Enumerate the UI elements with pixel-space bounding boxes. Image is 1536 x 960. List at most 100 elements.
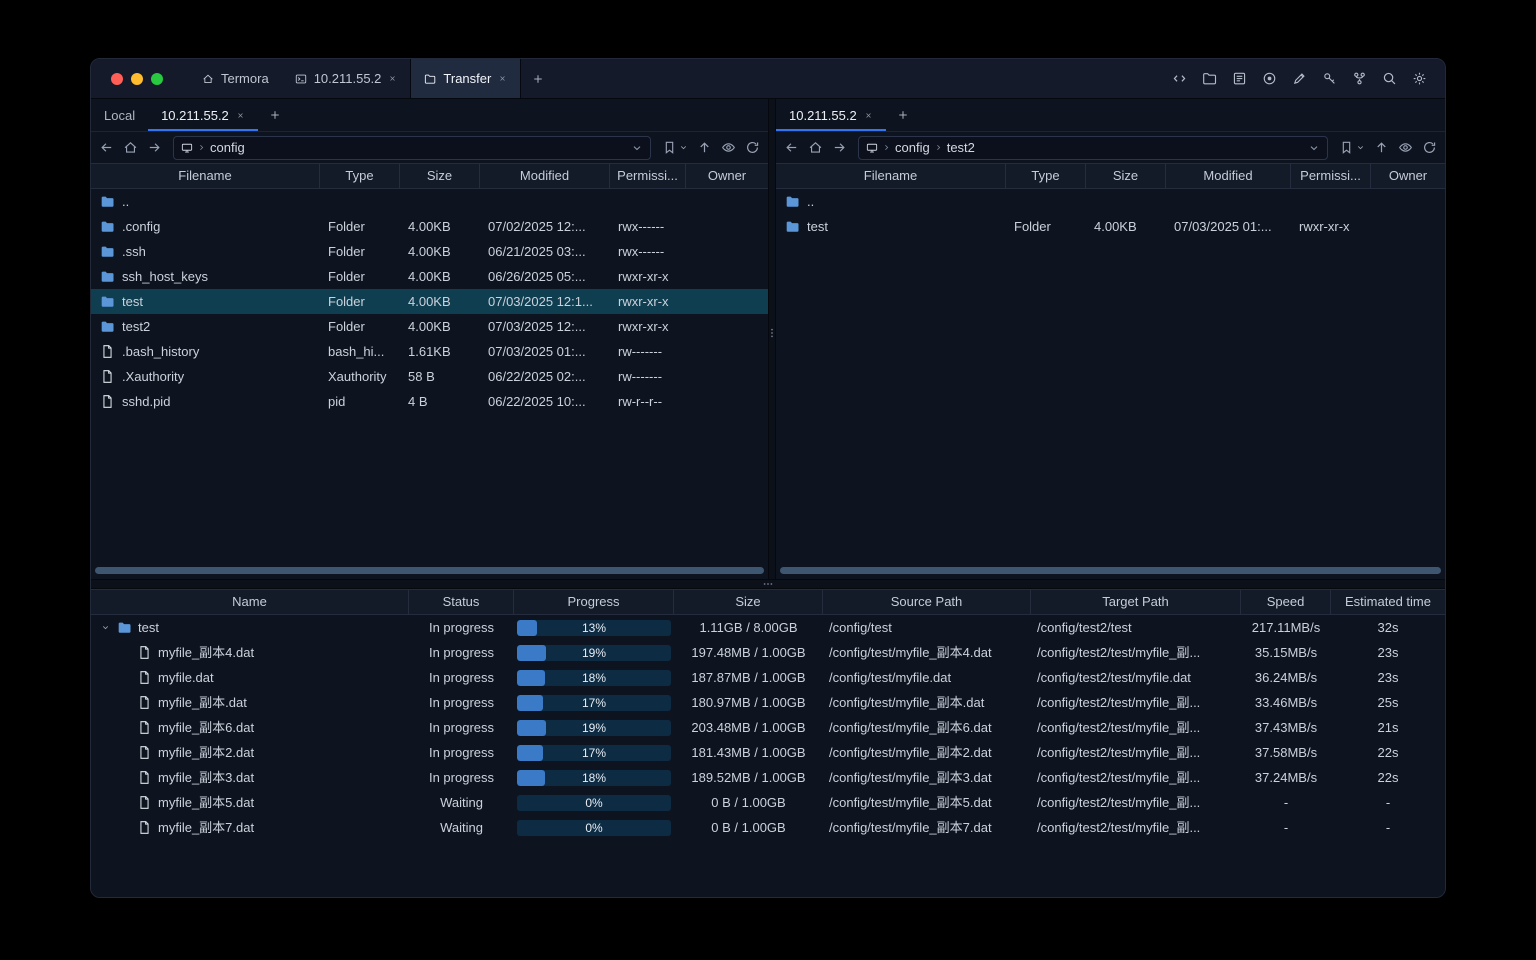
column-header[interactable]: Size xyxy=(1086,164,1166,188)
file-row[interactable]: test Folder 4.00KB 07/03/2025 12:1... rwxr-x… xyxy=(91,289,768,314)
forward-button[interactable] xyxy=(832,140,847,155)
scrollbar-thumb[interactable] xyxy=(780,567,1441,574)
horizontal-scrollbar[interactable] xyxy=(778,567,1443,574)
file-row[interactable]: ssh_host_keys Folder 4.00KB 06/26/2025 05:.… xyxy=(91,264,768,289)
parent-directory-button[interactable] xyxy=(697,140,712,155)
horizontal-scrollbar[interactable] xyxy=(93,567,766,574)
column-header[interactable]: Modified xyxy=(480,164,610,188)
transfer-row[interactable]: myfile_副本7.dat Waiting 0% 0 B / 1.00GB/conf… xyxy=(91,815,1445,840)
window-tab-termora[interactable]: Termora xyxy=(189,59,282,98)
column-header[interactable]: Size xyxy=(674,590,823,614)
chevron-down-icon[interactable] xyxy=(631,142,643,154)
file-row[interactable]: .bash_history bash_hi... 1.61KB 07/03/2025 … xyxy=(91,339,768,364)
pencil-icon[interactable] xyxy=(1292,71,1307,86)
file-name: .. xyxy=(807,194,815,209)
column-header[interactable]: Type xyxy=(1006,164,1086,188)
column-header[interactable]: Filename xyxy=(776,164,1006,188)
column-header[interactable]: Modified xyxy=(1166,164,1291,188)
search-icon[interactable] xyxy=(1382,71,1397,86)
code-icon[interactable] xyxy=(1172,71,1187,86)
folder-fill-icon xyxy=(100,294,115,309)
transfer-size-cell: 0 B / 1.00GB xyxy=(711,795,786,810)
column-header[interactable]: Target Path xyxy=(1031,590,1241,614)
record-icon[interactable] xyxy=(1262,71,1277,86)
bookmark-button[interactable] xyxy=(662,140,688,155)
transfer-row[interactable]: test In progress 13% 1.11GB / 8.00GB/config… xyxy=(91,615,1445,640)
file-row[interactable]: sshd.pid pid 4 B 06/22/2025 10:... rw-r--r-- xyxy=(91,389,768,414)
file-row[interactable]: .ssh Folder 4.00KB 06/21/2025 03:... rwx----… xyxy=(91,239,768,264)
file-row[interactable]: .. xyxy=(776,189,1445,214)
path-bar[interactable]: config xyxy=(173,135,651,160)
pane-tab-10-211-55-2[interactable]: 10.211.55.2 xyxy=(776,99,886,131)
file-size-cell: 4.00KB xyxy=(408,319,451,334)
transfer-row[interactable]: myfile_副本4.dat In progress 19% 197.48MB / 1… xyxy=(91,640,1445,665)
pane-tab-local[interactable]: Local xyxy=(91,99,148,131)
home-button[interactable] xyxy=(123,140,138,155)
pane-new-tab-button[interactable] xyxy=(886,99,920,131)
gear-icon[interactable] xyxy=(1412,71,1427,86)
column-header[interactable]: Name xyxy=(91,590,409,614)
column-header[interactable]: Owner xyxy=(1371,164,1445,188)
pane-new-tab-button[interactable] xyxy=(258,99,292,131)
minimize-button[interactable] xyxy=(131,72,143,85)
transfer-row[interactable]: myfile_副本5.dat Waiting 0% 0 B / 1.00GB/conf… xyxy=(91,790,1445,815)
list-icon[interactable] xyxy=(1232,71,1247,86)
file-row[interactable]: .config Folder 4.00KB 07/02/2025 12:... rwx-… xyxy=(91,214,768,239)
column-header[interactable]: Filename xyxy=(91,164,320,188)
file-row[interactable]: .Xauthority Xauthority 58 B 06/22/2025 02:.… xyxy=(91,364,768,389)
parent-directory-button[interactable] xyxy=(1374,140,1389,155)
back-button[interactable] xyxy=(784,140,799,155)
horizontal-splitter[interactable] xyxy=(91,579,1445,589)
file-row[interactable]: test Folder 4.00KB 07/03/2025 01:... rwxr-xr… xyxy=(776,214,1445,239)
chevron-down-icon[interactable] xyxy=(1308,142,1320,154)
column-header[interactable]: Source Path xyxy=(823,590,1031,614)
transfer-row[interactable]: myfile_副本6.dat In progress 19% 203.48MB / 1… xyxy=(91,715,1445,740)
show-hidden-button[interactable] xyxy=(721,140,736,155)
transfer-row[interactable]: myfile_副本.dat In progress 17% 180.97MB / 1.… xyxy=(91,690,1445,715)
branch-icon[interactable] xyxy=(1352,71,1367,86)
transfer-row[interactable]: myfile_副本3.dat In progress 18% 189.52MB / 1… xyxy=(91,765,1445,790)
file-type-cell: Folder xyxy=(1014,219,1051,234)
column-header[interactable]: Estimated time xyxy=(1331,590,1445,614)
file-row[interactable]: .. xyxy=(91,189,768,214)
column-header[interactable]: Type xyxy=(320,164,400,188)
transfer-row[interactable]: myfile_副本2.dat In progress 17% 181.43MB / 1… xyxy=(91,740,1445,765)
folder-icon[interactable] xyxy=(1202,71,1217,86)
column-header[interactable]: Permissi... xyxy=(1291,164,1371,188)
window-tab-10-211-55-2[interactable]: 10.211.55.2 xyxy=(282,59,411,98)
file-owner-cell xyxy=(686,364,768,389)
progress-bar: 19% xyxy=(517,719,671,736)
file-type-cell: Folder xyxy=(328,294,365,309)
back-button[interactable] xyxy=(99,140,114,155)
column-header[interactable]: Size xyxy=(400,164,480,188)
bookmark-button[interactable] xyxy=(1339,140,1365,155)
transfer-row[interactable]: myfile.dat In progress 18% 187.87MB / 1.00G… xyxy=(91,665,1445,690)
transfer-status-cell: Waiting xyxy=(440,820,483,835)
file-size-cell: 4.00KB xyxy=(408,244,451,259)
show-hidden-button[interactable] xyxy=(1398,140,1413,155)
refresh-button[interactable] xyxy=(1422,140,1437,155)
column-header[interactable]: Permissi... xyxy=(610,164,686,188)
scrollbar-thumb[interactable] xyxy=(95,567,764,574)
chevron-down-icon[interactable] xyxy=(99,623,111,632)
window-tab-transfer[interactable]: Transfer xyxy=(410,59,522,98)
close-button[interactable] xyxy=(111,72,123,85)
home-button[interactable] xyxy=(808,140,823,155)
file-row[interactable]: test2 Folder 4.00KB 07/03/2025 12:... rwxr-x… xyxy=(91,314,768,339)
path-bar[interactable]: config test2 xyxy=(858,135,1328,160)
key-icon[interactable] xyxy=(1322,71,1337,86)
close-icon[interactable] xyxy=(236,111,245,120)
column-header[interactable]: Speed xyxy=(1241,590,1331,614)
close-icon[interactable] xyxy=(498,74,507,83)
refresh-button[interactable] xyxy=(745,140,760,155)
column-header[interactable]: Progress xyxy=(514,590,674,614)
column-header[interactable]: Status xyxy=(409,590,514,614)
pane-tab-10-211-55-2[interactable]: 10.211.55.2 xyxy=(148,99,258,131)
close-icon[interactable] xyxy=(388,74,397,83)
column-header[interactable]: Owner xyxy=(686,164,768,188)
vertical-splitter[interactable] xyxy=(768,99,776,579)
new-window-tab-button[interactable] xyxy=(521,59,555,98)
zoom-button[interactable] xyxy=(151,72,163,85)
close-icon[interactable] xyxy=(864,111,873,120)
forward-button[interactable] xyxy=(147,140,162,155)
